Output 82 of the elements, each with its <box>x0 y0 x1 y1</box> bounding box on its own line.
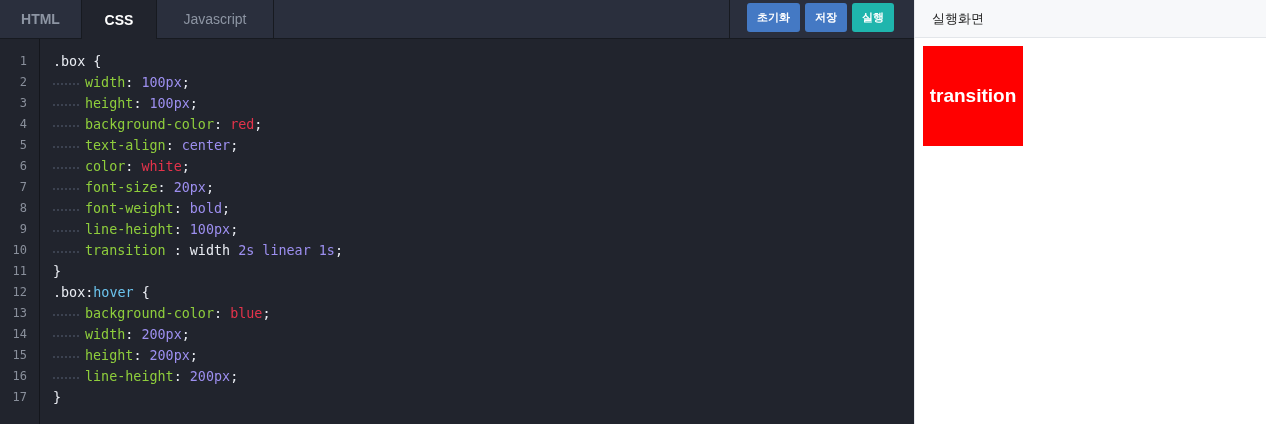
property-name: background-color <box>85 305 214 323</box>
value-text: 100px <box>189 221 231 239</box>
value-text: center <box>181 137 231 155</box>
code-text: ; <box>230 137 239 155</box>
line-number: 4 <box>18 116 28 133</box>
property-name: height <box>85 95 134 113</box>
pseudo-class-text: hover <box>93 284 134 302</box>
value-text: 100px <box>149 95 190 113</box>
line-number: 1 <box>18 53 28 70</box>
code-text: : <box>173 221 183 239</box>
code-text: ; <box>254 116 263 134</box>
line-number: 2 <box>18 74 28 91</box>
editor-tab[interactable]: CSS <box>82 0 157 39</box>
value-text: 200px <box>189 368 231 386</box>
code-text: : <box>133 347 143 365</box>
value-text: 200px <box>149 347 190 365</box>
preview-title: 실행화면 <box>932 9 984 28</box>
code-text: ; <box>189 347 198 365</box>
code-text: ; <box>230 368 239 386</box>
code-text: : width <box>172 242 232 260</box>
code-text: { <box>92 53 102 71</box>
keyword-value: blue <box>230 305 263 323</box>
value-text: bold <box>189 200 223 218</box>
property-name: transition <box>85 242 166 260</box>
code-text: ; <box>181 326 190 344</box>
code-text: ; <box>334 242 343 260</box>
selector-text: .box: <box>53 284 94 302</box>
property-name: height <box>85 347 134 365</box>
property-name: width <box>85 74 126 92</box>
value-text: 100px <box>141 74 182 92</box>
property-name: text-align <box>85 137 166 155</box>
line-number: 14 <box>11 326 28 343</box>
code-text: : <box>157 179 167 197</box>
line-number: 5 <box>18 137 28 154</box>
selector-text: .box <box>53 53 86 71</box>
property-name: background-color <box>85 116 214 134</box>
run-button[interactable]: 실행 <box>852 3 894 32</box>
code-text: : <box>125 158 135 176</box>
property-name: font-size <box>85 179 158 197</box>
code-text: ; <box>189 95 198 113</box>
code-text: : <box>214 305 224 323</box>
code-text: ; <box>181 158 190 176</box>
code-text: } <box>53 389 62 407</box>
value-text: 2s linear 1s <box>238 242 335 260</box>
code-text: : <box>173 368 183 386</box>
code-text: ; <box>205 179 214 197</box>
keyword-value: red <box>230 116 255 134</box>
code-text: : <box>214 116 224 134</box>
value-text: 200px <box>141 326 182 344</box>
line-number: 16 <box>11 368 28 385</box>
value-text: 20px <box>173 179 206 197</box>
line-number: 8 <box>18 200 28 217</box>
property-name: width <box>85 326 126 344</box>
line-number: 7 <box>18 179 28 196</box>
code-text: ; <box>181 74 190 92</box>
code-text: : <box>125 326 135 344</box>
transition-demo-box[interactable]: transition <box>923 46 1023 146</box>
code-text: ; <box>262 305 271 323</box>
property-name: line-height <box>85 368 174 386</box>
property-name: line-height <box>85 221 174 239</box>
line-number: 17 <box>11 389 28 406</box>
line-number: 15 <box>11 347 28 364</box>
line-number: 6 <box>18 158 28 175</box>
code-text: : <box>133 95 143 113</box>
keyword-value: white <box>141 158 182 176</box>
line-number: 9 <box>18 221 28 238</box>
code-text: : <box>165 137 175 155</box>
line-number: 10 <box>11 242 28 259</box>
code-text: { <box>140 284 150 302</box>
property-name: color <box>85 158 126 176</box>
line-number: 12 <box>11 284 28 301</box>
code-text: ; <box>230 221 239 239</box>
reset-button[interactable]: 초기화 <box>747 3 800 32</box>
line-number: 11 <box>11 263 28 280</box>
code-text: } <box>53 263 62 281</box>
save-button[interactable]: 저장 <box>805 3 847 32</box>
line-number: 3 <box>18 95 28 112</box>
line-number: 13 <box>11 305 28 322</box>
code-text: : <box>125 74 135 92</box>
property-name: font-weight <box>85 200 174 218</box>
code-text: : <box>173 200 183 218</box>
code-text: ; <box>222 200 231 218</box>
